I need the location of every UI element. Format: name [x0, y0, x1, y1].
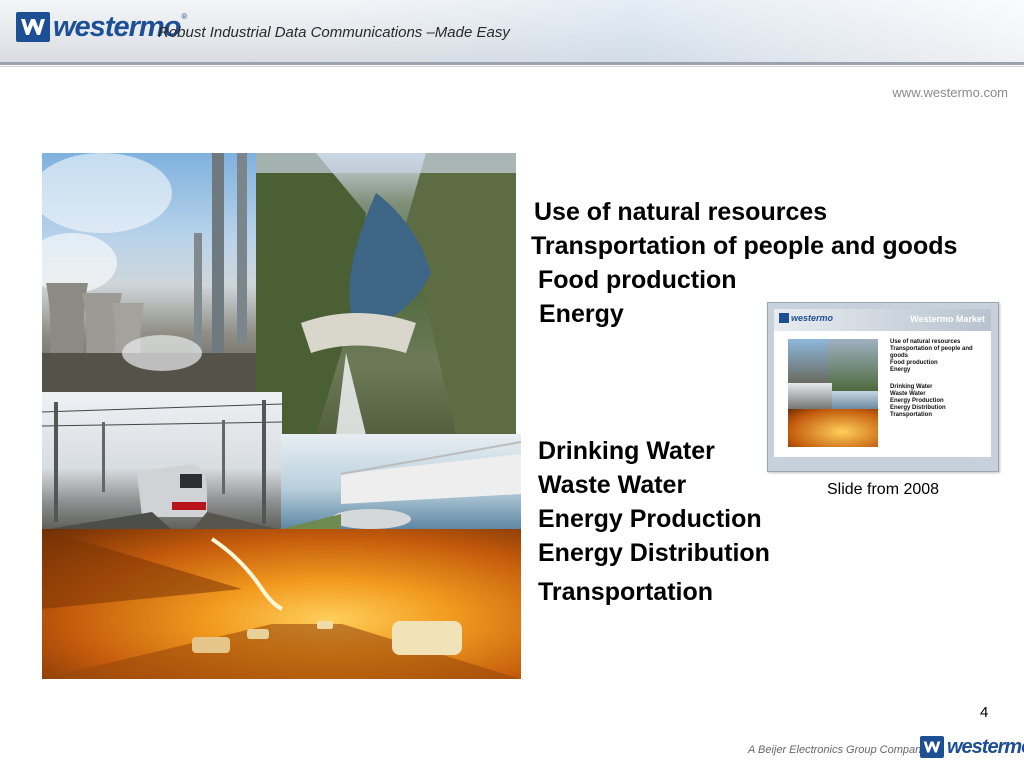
bullet-transportation: Transportation: [538, 578, 714, 606]
thumbnail-item: Transportation: [890, 412, 933, 418]
thumbnail-plant-image: [788, 339, 828, 383]
bullet-energy-production: Energy Production: [538, 505, 762, 533]
westermo-w-icon: [16, 12, 50, 42]
power-plant-photo: [42, 153, 258, 393]
bullet-waste-water: Waste Water: [538, 471, 687, 499]
train-photo: [42, 392, 282, 530]
thumbnail-item: Drinking Water: [890, 384, 933, 390]
thumbnail-slide: westermo Westermo Market Use of natural …: [774, 309, 991, 463]
thumbnail-bullet-list: Use of natural resources Transportation …: [890, 339, 991, 419]
header-divider-thin: [0, 66, 1024, 67]
bullet-food-production: Food production: [538, 266, 737, 294]
bullet-energy: Energy: [539, 300, 624, 328]
slide-thumbnail: westermo Westermo Market Use of natural …: [767, 302, 999, 472]
thumbnail-title: Westermo Market: [910, 314, 985, 324]
website-url: www.westermo.com: [892, 85, 1008, 100]
group-company-text: A Beijer Electronics Group Company: [748, 744, 927, 756]
thumbnail-item: Waste Water: [890, 391, 926, 397]
thumbnail-train-image: [788, 383, 832, 409]
thumbnail-dam-image: [828, 339, 878, 391]
thumbnail-item: Energy Distribution: [890, 405, 946, 411]
footer-westermo-logo: westermo ®: [920, 736, 1024, 758]
tunnel-photo: [42, 529, 521, 679]
bullet-transportation-people-goods: Transportation of people and goods: [531, 232, 958, 260]
footer-westermo-w-icon: [920, 736, 944, 758]
thumbnail-logo: westermo: [779, 313, 833, 323]
header-divider: [0, 62, 1024, 65]
thumbnail-item: Energy: [890, 367, 911, 373]
thumbnail-header: westermo Westermo Market: [774, 309, 991, 331]
page-number: 4: [980, 704, 989, 721]
bullet-natural-resources: Use of natural resources: [534, 198, 828, 226]
header-tagline: Robust Industrial Data Communications –M…: [158, 24, 510, 41]
bullet-energy-distribution: Energy Distribution: [538, 539, 770, 567]
thumbnail-logo-wordmark: westermo: [791, 313, 834, 323]
footer-logo-wordmark: westermo: [947, 736, 1024, 758]
dam-photo: [256, 153, 516, 435]
thumbnail-tunnel-image: [788, 409, 878, 447]
thumbnail-footer: [774, 457, 991, 463]
bullet-drinking-water: Drinking Water: [538, 437, 715, 465]
registered-mark: ®: [181, 12, 188, 21]
thumbnail-logo-icon: [779, 313, 789, 323]
thumbnail-item: Food production: [890, 360, 938, 366]
thumbnail-item: Transportation of people and goods: [890, 346, 973, 359]
thumbnail-caption: Slide from 2008: [827, 481, 940, 498]
thumbnail-item: Energy Production: [890, 398, 944, 404]
thumbnail-item: Use of natural resources: [890, 339, 961, 345]
